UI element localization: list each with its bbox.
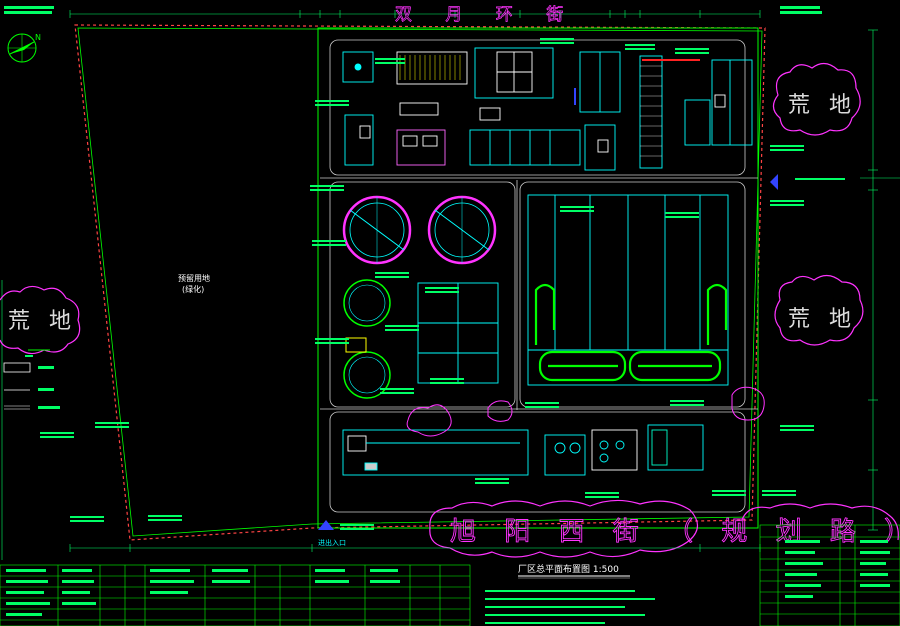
wasteland-right-top-label: 荒 地 — [788, 93, 857, 118]
entrance-label: 进出入口 — [318, 538, 346, 547]
site-plan-drawing: 双 月 环 街 N 预留用地 (绿化) 进出入口 荒 地 荒 地 荒 地 旭 阳… — [0, 0, 900, 626]
reserved-land-sub: (绿化) — [182, 284, 204, 294]
drawing-title: 厂区总平面布置图 1:500 — [518, 563, 619, 575]
svg-text:N: N — [35, 33, 41, 42]
wasteland-left-label: 荒 地 — [8, 309, 77, 334]
road-top-label: 双 月 环 街 — [395, 5, 577, 25]
reserved-land-label: 预留用地 — [178, 273, 210, 283]
wasteland-right-mid-label: 荒 地 — [788, 307, 857, 332]
road-bottom-label: 旭 阳 西 街 （ 规 划 路 ） — [450, 517, 900, 547]
